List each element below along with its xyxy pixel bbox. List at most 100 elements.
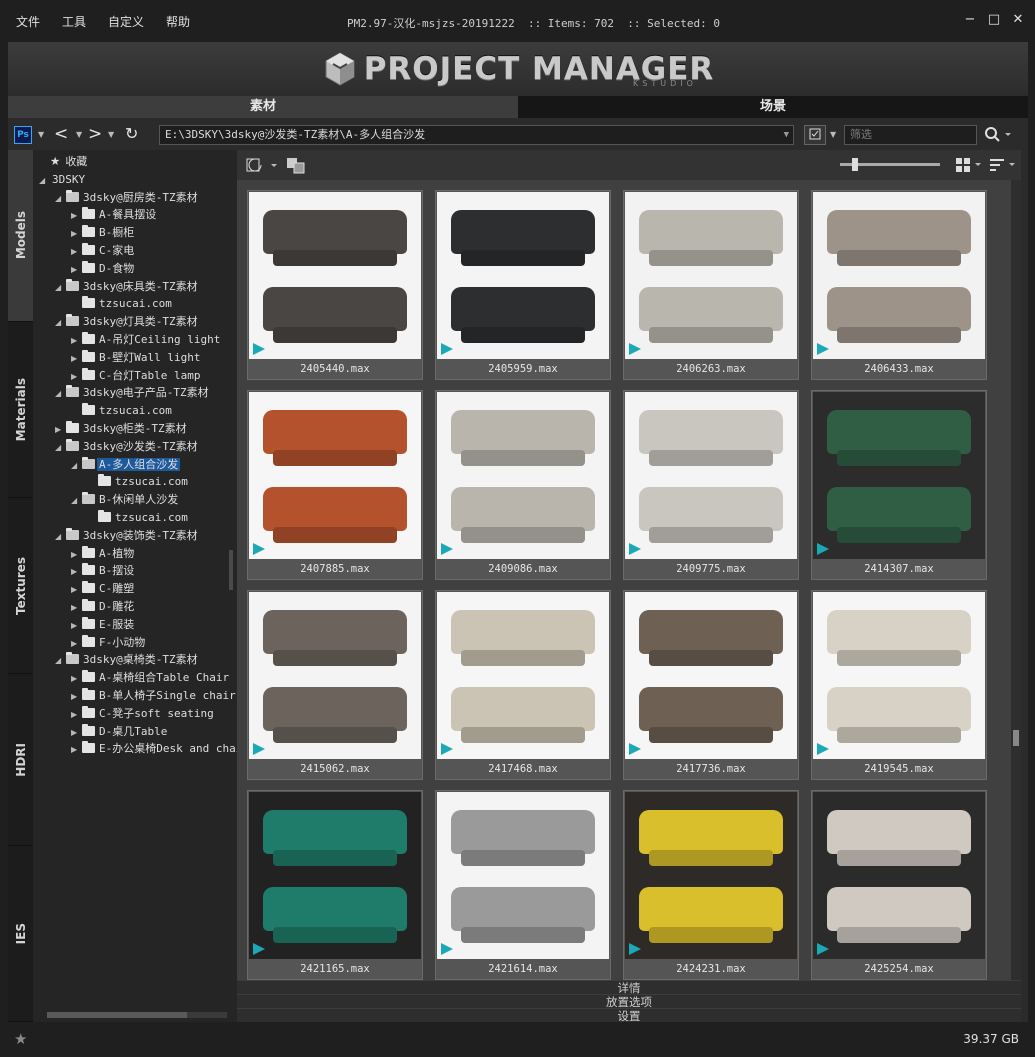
folder-tree[interactable]: ★ 收藏 ◢ 3DSKY ◢ 3dsky@厨房类-TZ素材 ▶ A-餐具摆设 ▶ B-橱柜 ▶ C-家… [33, 150, 237, 1022]
tree-item[interactable]: ★ 收藏 [39, 152, 89, 170]
tree-item[interactable]: ▶ D-食物 [71, 259, 136, 277]
sort-icon[interactable] [989, 157, 1019, 173]
tree-item[interactable]: ▶ B-单人椅子Single chair [71, 686, 237, 704]
tree-item[interactable]: tzsucai.com [87, 508, 190, 526]
tree-item[interactable]: ◢ B-休闲单人沙发 [71, 490, 180, 508]
tree-item[interactable]: ◢ 3dsky@装饰类-TZ素材 [55, 526, 200, 544]
asset-card[interactable]: 2421165.max [247, 790, 423, 980]
asset-card[interactable]: 2424231.max [623, 790, 799, 980]
tree-item[interactable]: ▶ D-雕花 [71, 597, 136, 615]
asset-card[interactable]: 2405440.max [247, 190, 423, 380]
asset-card[interactable]: 2425254.max [811, 790, 987, 980]
tree-item[interactable]: ◢ 3dsky@桌椅类-TZ素材 [55, 650, 200, 668]
tab-assets[interactable]: 素材 [8, 96, 518, 118]
menu-customize[interactable]: 自定义 [108, 13, 144, 30]
tab-scenes[interactable]: 场景 [518, 96, 1028, 118]
asset-card[interactable]: 2406263.max [623, 190, 799, 380]
collapse-arrow-icon[interactable]: ◢ [55, 439, 66, 457]
tree-scrollbar[interactable] [229, 550, 233, 590]
asset-card[interactable]: 2417736.max [623, 590, 799, 780]
asset-card[interactable]: 2407885.max [247, 390, 423, 580]
collapse-arrow-icon[interactable]: ◢ [71, 492, 82, 510]
tree-item[interactable]: ▶ C-台灯Table lamp [71, 366, 202, 384]
refresh-icon[interactable]: ↻ [125, 124, 138, 143]
search-icon[interactable] [984, 126, 1014, 144]
tree-item[interactable]: ▶ 3dsky@柜类-TZ素材 [55, 419, 189, 437]
tree-item[interactable]: ▶ C-家电 [71, 241, 136, 259]
asset-card[interactable]: 2417468.max [435, 590, 611, 780]
favorite-star-icon[interactable]: ★ [14, 1030, 27, 1048]
filter-input[interactable]: 筛选 [844, 125, 977, 145]
tree-item[interactable]: ▶ B-橱柜 [71, 223, 136, 241]
thumbnail-size-slider[interactable] [840, 158, 940, 171]
tree-item[interactable]: ◢ 3DSKY [39, 170, 87, 188]
collapse-arrow-icon[interactable]: ◢ [55, 385, 66, 403]
tree-item[interactable]: ▶ A-餐具摆设 [71, 205, 158, 223]
tree-item[interactable]: ▶ E-办公桌椅Desk and chair [71, 739, 237, 757]
asset-card[interactable]: 2415062.max [247, 590, 423, 780]
chevron-down-icon[interactable]: ▼ [830, 130, 836, 139]
forward-arrow-icon[interactable]: > [88, 124, 102, 144]
tree-horizontal-scrollbar[interactable] [47, 1012, 227, 1018]
scrollbar-thumb[interactable] [1013, 730, 1019, 746]
close-button[interactable]: ✕ [1011, 12, 1025, 27]
asset-card[interactable]: 2406433.max [811, 190, 987, 380]
settings-panel-header[interactable]: 设置 [237, 1008, 1021, 1023]
tree-item[interactable]: ◢ 3dsky@电子产品-TZ素材 [55, 383, 211, 401]
asset-card[interactable]: 2409086.max [435, 390, 611, 580]
details-panel-header[interactable]: 详情 [237, 980, 1021, 995]
tree-item[interactable]: ◢ 3dsky@沙发类-TZ素材 [55, 437, 200, 455]
tree-item[interactable]: ▶ A-桌椅组合Table Chair [71, 668, 231, 686]
side-tab-ies[interactable]: IES [8, 846, 33, 1022]
back-arrow-icon[interactable]: < [54, 124, 68, 144]
filter-options-icon[interactable] [804, 125, 826, 145]
chevron-down-icon[interactable]: ▼ [784, 126, 789, 144]
tree-item[interactable]: ▶ C-凳子soft seating [71, 704, 216, 722]
asset-card[interactable]: 2419545.max [811, 590, 987, 780]
tree-item[interactable]: tzsucai.com [71, 294, 174, 312]
side-tab-materials[interactable]: Materials [8, 322, 33, 498]
tree-item[interactable]: ◢ A-多人组合沙发 [71, 455, 181, 475]
tree-item[interactable]: ▶ E-服装 [71, 615, 136, 633]
menu-help[interactable]: 帮助 [166, 13, 190, 30]
collapse-arrow-icon[interactable]: ◢ [55, 190, 66, 208]
sync-icon[interactable] [245, 156, 279, 176]
tree-item[interactable]: ◢ 3dsky@床具类-TZ素材 [55, 277, 200, 295]
collapse-arrow-icon[interactable]: ◢ [55, 279, 66, 297]
package-icon[interactable] [285, 155, 307, 175]
tree-item[interactable]: ▶ F-小动物 [71, 633, 147, 651]
menu-tools[interactable]: 工具 [62, 13, 86, 30]
slider-handle[interactable] [852, 158, 858, 171]
tree-item[interactable]: ▶ A-植物 [71, 544, 136, 562]
tree-item[interactable]: tzsucai.com [71, 401, 174, 419]
tree-item[interactable]: ▶ B-壁灯Wall light [71, 348, 202, 366]
collapse-arrow-icon[interactable]: ◢ [55, 652, 66, 670]
path-field[interactable]: E:\3DSKY\3dsky@沙发类-TZ素材\A-多人组合沙发 ▼ [159, 125, 794, 145]
tree-item[interactable]: tzsucai.com [87, 472, 190, 490]
tree-item[interactable]: ▶ B-摆设 [71, 561, 136, 579]
collapse-arrow-icon[interactable]: ◢ [55, 314, 66, 332]
tree-item[interactable]: ◢ 3dsky@灯具类-TZ素材 [55, 312, 200, 330]
tree-item[interactable]: ◢ 3dsky@厨房类-TZ素材 [55, 188, 200, 206]
grid-view-icon[interactable] [955, 157, 985, 173]
expand-arrow-icon[interactable]: ▶ [71, 741, 82, 759]
collapse-arrow-icon[interactable]: ◢ [55, 528, 66, 546]
maximize-button[interactable]: □ [987, 12, 1001, 27]
asset-card[interactable]: 2414307.max [811, 390, 987, 580]
placement-options-panel-header[interactable]: 放置选项 [237, 994, 1021, 1009]
grid-scrollbar[interactable] [1011, 180, 1021, 980]
tree-item[interactable]: ▶ D-桌几Table [71, 722, 169, 740]
chevron-down-icon[interactable]: ▼ [38, 130, 44, 139]
minimize-button[interactable]: − [963, 12, 977, 27]
asset-card[interactable]: 2421614.max [435, 790, 611, 980]
asset-card[interactable]: 2409775.max [623, 390, 799, 580]
collapse-arrow-icon[interactable]: ◢ [71, 457, 82, 475]
chevron-down-icon[interactable]: ▼ [108, 130, 114, 139]
menu-file[interactable]: 文件 [16, 13, 40, 30]
side-tab-models[interactable]: Models [8, 150, 33, 322]
side-tab-hdri[interactable]: HDRI [8, 674, 33, 846]
tree-item[interactable]: ▶ A-吊灯Ceiling light [71, 330, 222, 348]
tree-item[interactable]: ▶ C-雕塑 [71, 579, 136, 597]
chevron-down-icon[interactable]: ▼ [76, 130, 82, 139]
collapse-arrow-icon[interactable]: ◢ [39, 172, 50, 190]
